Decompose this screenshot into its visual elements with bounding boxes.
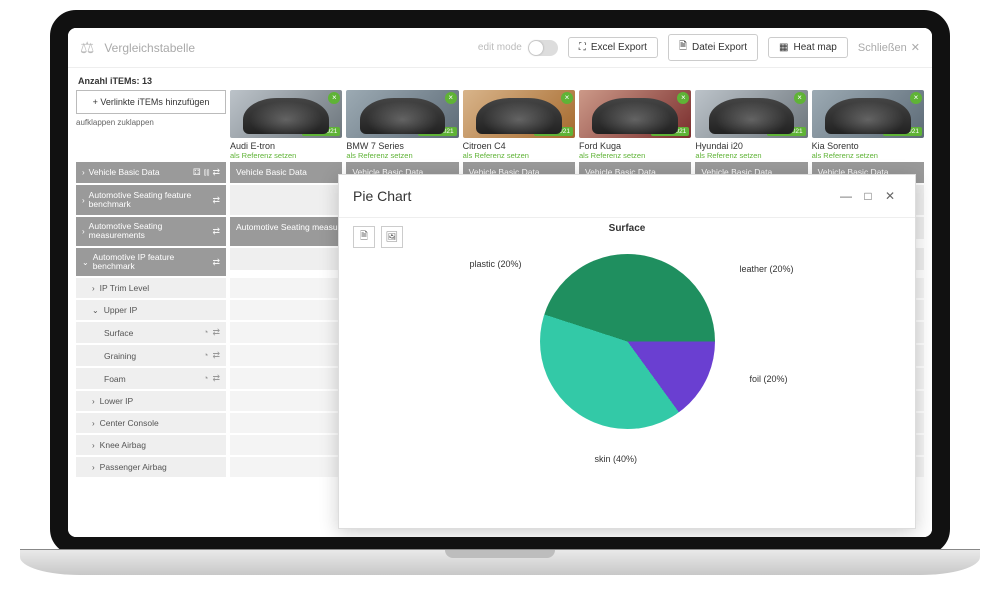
- section-header-seating-feature[interactable]: ›Automotive Seating feature benchmark ⇄: [76, 185, 226, 215]
- swap-icon[interactable]: ⇄: [212, 373, 220, 384]
- pie-chart: leather (20%)foil (20%)skin (40%)plastic…: [540, 254, 715, 429]
- vehicle-name: Ford Kuga: [579, 141, 691, 151]
- pie-icon[interactable]: ◔: [203, 373, 208, 384]
- file-icon: 🗎: [679, 39, 687, 56]
- pie-chart-modal: Pie Chart — □ ✕ 🗎 🖼 Surface leather (20%…: [338, 174, 916, 529]
- page-title: Vergleichstabelle: [104, 41, 195, 55]
- add-linked-items-button[interactable]: + Verlinkte iTEMs hinzufügen: [76, 90, 226, 114]
- swap-icon[interactable]: ⇄: [212, 195, 220, 206]
- swap-icon[interactable]: ⇄: [212, 327, 220, 338]
- date-badge: 03.08.2021: [883, 127, 922, 136]
- tree-item-upper-ip[interactable]: ⌄Upper IP: [76, 300, 226, 320]
- swap-icon[interactable]: ⇄: [212, 226, 220, 237]
- section-header-ip-feature[interactable]: ⌄Automotive IP feature benchmark ⇄: [76, 248, 226, 277]
- remove-vehicle-icon[interactable]: ×: [561, 92, 573, 104]
- chevron-right-icon: ›: [82, 168, 85, 177]
- remove-vehicle-icon[interactable]: ×: [910, 92, 922, 104]
- close-button[interactable]: Schließen ✕: [858, 41, 920, 54]
- tree-item-lower-ip[interactable]: ›Lower IP: [76, 391, 226, 411]
- date-badge: 03.08.2021: [534, 127, 573, 136]
- minimize-button[interactable]: —: [835, 185, 857, 207]
- vehicle-column: × 03.08.2021 Citroen C4als Referenz setzen: [463, 90, 575, 160]
- pie-icon[interactable]: ◔: [203, 350, 208, 361]
- file-export-button[interactable]: 🗎Datei Export: [668, 34, 758, 61]
- pie-label: leather (20%): [740, 264, 794, 274]
- vehicle-column: × 03.08.2021 Kia Sorentoals Referenz setze…: [812, 90, 924, 160]
- tree-item-knee-airbag[interactable]: ›Knee Airbag: [76, 435, 226, 455]
- pie-label: foil (20%): [750, 374, 788, 384]
- dice-icon[interactable]: ⚃: [193, 167, 201, 178]
- swap-icon[interactable]: ⇄: [212, 167, 220, 178]
- remove-vehicle-icon[interactable]: ×: [445, 92, 457, 104]
- vehicle-name: Hyundai i20: [695, 141, 807, 151]
- tree-item-foam[interactable]: Foam◔⇄: [76, 368, 226, 389]
- chevron-down-icon: ⌄: [82, 258, 89, 267]
- excel-export-button[interactable]: ⛶Excel Export: [568, 37, 658, 58]
- scales-icon: ⚖: [80, 38, 94, 58]
- vehicle-thumbnail[interactable]: × 03.08.2021: [695, 90, 807, 138]
- heatmap-button[interactable]: ▦Heat map: [768, 37, 848, 58]
- vehicle-name: Audi E-tron: [230, 141, 342, 151]
- tree-item-surface[interactable]: Surface◔⇄: [76, 322, 226, 343]
- modal-close-button[interactable]: ✕: [879, 185, 901, 207]
- vehicle-name: Citroen C4: [463, 141, 575, 151]
- vehicle-thumbnail[interactable]: × 03.08.2021: [579, 90, 691, 138]
- vehicle-column: × 03.08.2021 Hyundai i20als Referenz setze…: [695, 90, 807, 160]
- vehicle-thumbnail[interactable]: × 03.08.2021: [230, 90, 342, 138]
- remove-vehicle-icon[interactable]: ×: [677, 92, 689, 104]
- export-icon: ⛶: [579, 42, 586, 53]
- set-reference-link[interactable]: als Referenz setzen: [230, 151, 342, 160]
- vehicle-header-row: + Verlinkte iTEMs hinzufügen aufklappen …: [76, 90, 924, 160]
- top-bar: ⚖ Vergleichstabelle edit mode ⛶Excel Exp…: [68, 28, 932, 68]
- date-badge: 03.08.2021: [302, 127, 341, 136]
- swap-icon[interactable]: ⇄: [212, 350, 220, 361]
- vehicle-thumbnail[interactable]: × 03.08.2021: [346, 90, 458, 138]
- modal-title: Pie Chart: [353, 188, 411, 204]
- close-icon: ✕: [911, 41, 920, 54]
- vehicle-column: × 03.08.2021 Audi E-tronals Referenz setze…: [230, 90, 342, 160]
- chart-icon[interactable]: ⫾⫾: [204, 167, 210, 178]
- edit-mode-toggle[interactable]: edit mode: [478, 40, 558, 56]
- tree-item-center-console[interactable]: ›Center Console: [76, 413, 226, 433]
- pie-label: skin (40%): [595, 454, 638, 464]
- section-header-seating-measurements[interactable]: ›Automotive Seating measurements ⇄: [76, 217, 226, 246]
- vehicle-thumbnail[interactable]: × 03.08.2021: [463, 90, 575, 138]
- pie-label: plastic (20%): [470, 259, 522, 269]
- tree-item-graining[interactable]: Graining◔⇄: [76, 345, 226, 366]
- laptop-base: [20, 549, 980, 575]
- grid-icon: ▦: [779, 42, 788, 53]
- chevron-right-icon: ›: [82, 196, 85, 205]
- tree-item-passenger-airbag[interactable]: ›Passenger Airbag: [76, 457, 226, 477]
- vehicle-column: × 03.08.2021 Ford Kugaals Referenz setzen: [579, 90, 691, 160]
- set-reference-link[interactable]: als Referenz setzen: [812, 151, 924, 160]
- pie-icon[interactable]: ◔: [203, 327, 208, 338]
- remove-vehicle-icon[interactable]: ×: [794, 92, 806, 104]
- vehicle-thumbnail[interactable]: × 03.08.2021: [812, 90, 924, 138]
- item-count: Anzahl iTEMs: 13: [76, 72, 924, 90]
- vehicle-column: × 03.08.2021 BMW 7 Seriesals Referenz setz…: [346, 90, 458, 160]
- set-reference-link[interactable]: als Referenz setzen: [579, 151, 691, 160]
- date-badge: 03.08.2021: [418, 127, 457, 136]
- set-reference-link[interactable]: als Referenz setzen: [463, 151, 575, 160]
- chevron-right-icon: ›: [82, 227, 85, 236]
- swap-icon[interactable]: ⇄: [212, 257, 220, 268]
- tree-item-ip-trim[interactable]: ›IP Trim Level: [76, 278, 226, 298]
- set-reference-link[interactable]: als Referenz setzen: [695, 151, 807, 160]
- maximize-button[interactable]: □: [857, 185, 879, 207]
- date-badge: 03.08.2021: [651, 127, 690, 136]
- chart-title: Surface: [609, 223, 646, 234]
- toggle-switch[interactable]: [528, 40, 558, 56]
- vehicle-name: BMW 7 Series: [346, 141, 458, 151]
- fold-controls[interactable]: aufklappen zuklappen: [76, 114, 226, 131]
- section-header-vehicle-basic-data[interactable]: ›Vehicle Basic Data ⚃⫾⫾⇄: [76, 162, 226, 183]
- date-badge: 03.08.2021: [767, 127, 806, 136]
- remove-vehicle-icon[interactable]: ×: [328, 92, 340, 104]
- set-reference-link[interactable]: als Referenz setzen: [346, 151, 458, 160]
- vehicle-name: Kia Sorento: [812, 141, 924, 151]
